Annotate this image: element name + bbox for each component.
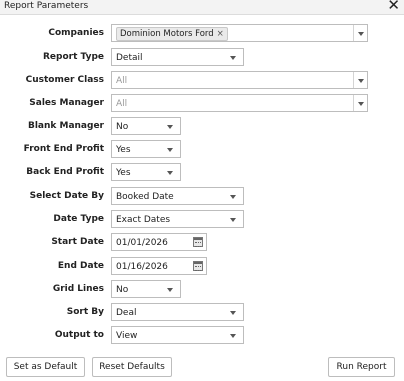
chevron-down-icon [230, 311, 236, 315]
chevron-down-icon [358, 79, 364, 83]
report-type-select[interactable]: Detail [111, 48, 244, 66]
chevron-down-icon [167, 171, 173, 175]
output-to-value: View [116, 331, 138, 341]
back-end-profit-label: Back End Profit [26, 167, 104, 177]
blank-manager-label: Blank Manager [27, 121, 104, 131]
start-date-input[interactable]: 01/01/2026 [111, 233, 207, 251]
select-date-by-select[interactable]: Booked Date [111, 187, 244, 205]
company-tag: Dominion Motors Ford × [116, 27, 228, 41]
company-tag-label: Dominion Motors Ford [120, 29, 214, 39]
chevron-down-icon [358, 102, 364, 106]
chevron-down-icon [230, 56, 236, 60]
companies-row: Companies Dominion Motors Ford × [0, 24, 404, 43]
dialog-titlebar: Report Parameters ✕ [0, 0, 404, 15]
customer-class-row: Customer Class All [0, 71, 404, 90]
report-type-value: Detail [116, 53, 143, 63]
customer-class-dropdown-toggle[interactable] [353, 72, 367, 88]
sort-by-row: Sort By Deal [0, 303, 404, 322]
chevron-down-icon [167, 148, 173, 152]
output-to-row: Output to View [0, 326, 404, 345]
date-type-label: Date Type [53, 214, 104, 224]
end-date-label: End Date [57, 261, 104, 271]
sort-by-value: Deal [116, 308, 137, 318]
blank-manager-row: Blank Manager No [0, 117, 404, 136]
back-end-profit-select[interactable]: Yes [111, 163, 181, 181]
customer-class-placeholder: All [116, 76, 128, 86]
companies-dropdown-toggle[interactable] [353, 25, 367, 41]
run-report-button[interactable]: Run Report [328, 357, 395, 377]
customer-class-label: Customer Class [25, 75, 104, 85]
sales-manager-row: Sales Manager All [0, 94, 404, 113]
sales-manager-select[interactable]: All [111, 94, 368, 112]
end-date-input[interactable]: 01/16/2026 [111, 257, 207, 275]
blank-manager-select[interactable]: No [111, 117, 181, 135]
start-date-value: 01/01/2026 [116, 238, 168, 248]
output-to-label: Output to [54, 330, 104, 340]
select-date-by-row: Select Date By Booked Date [0, 187, 404, 206]
date-type-value: Exact Dates [116, 215, 171, 225]
select-date-by-value: Booked Date [116, 192, 174, 202]
blank-manager-value: No [116, 122, 129, 132]
customer-class-select[interactable]: All [111, 71, 368, 89]
sales-manager-dropdown-toggle[interactable] [353, 95, 367, 111]
start-date-label: Start Date [51, 237, 104, 247]
back-end-profit-value: Yes [116, 168, 131, 178]
date-type-select[interactable]: Exact Dates [111, 210, 244, 228]
chevron-down-icon [230, 334, 236, 338]
select-date-by-label: Select Date By [29, 191, 104, 201]
remove-tag-icon[interactable]: × [217, 29, 224, 39]
front-end-profit-label: Front End Profit [23, 144, 104, 154]
front-end-profit-value: Yes [116, 145, 131, 155]
reset-defaults-button[interactable]: Reset Defaults [92, 357, 172, 377]
sales-manager-label: Sales Manager [29, 98, 104, 108]
front-end-profit-row: Front End Profit Yes [0, 140, 404, 159]
chevron-down-icon [230, 218, 236, 222]
set-as-default-button[interactable]: Set as Default [6, 357, 85, 377]
end-date-value: 01/16/2026 [116, 262, 168, 272]
output-to-select[interactable]: View [111, 326, 244, 344]
front-end-profit-select[interactable]: Yes [111, 140, 181, 158]
chevron-down-icon [358, 32, 364, 36]
close-icon[interactable]: ✕ [387, 0, 400, 13]
grid-lines-row: Grid Lines No [0, 280, 404, 299]
chevron-down-icon [167, 288, 173, 292]
grid-lines-label: Grid Lines [52, 284, 104, 294]
calendar-icon[interactable] [193, 237, 203, 247]
grid-lines-select[interactable]: No [111, 280, 181, 298]
companies-multiselect[interactable]: Dominion Motors Ford × [111, 24, 368, 42]
start-date-row: Start Date 01/01/2026 [0, 233, 404, 252]
report-type-row: Report Type Detail [0, 48, 404, 67]
back-end-profit-row: Back End Profit Yes [0, 163, 404, 182]
companies-label: Companies [48, 28, 104, 38]
end-date-row: End Date 01/16/2026 [0, 257, 404, 276]
sales-manager-placeholder: All [116, 99, 128, 109]
chevron-down-icon [230, 195, 236, 199]
grid-lines-value: No [116, 285, 129, 295]
report-type-label: Report Type [42, 52, 104, 62]
date-type-row: Date Type Exact Dates [0, 210, 404, 229]
dialog-title: Report Parameters [4, 1, 89, 11]
chevron-down-icon [167, 125, 173, 129]
calendar-icon[interactable] [193, 261, 203, 271]
sort-by-label: Sort By [66, 307, 104, 317]
sort-by-select[interactable]: Deal [111, 303, 244, 321]
